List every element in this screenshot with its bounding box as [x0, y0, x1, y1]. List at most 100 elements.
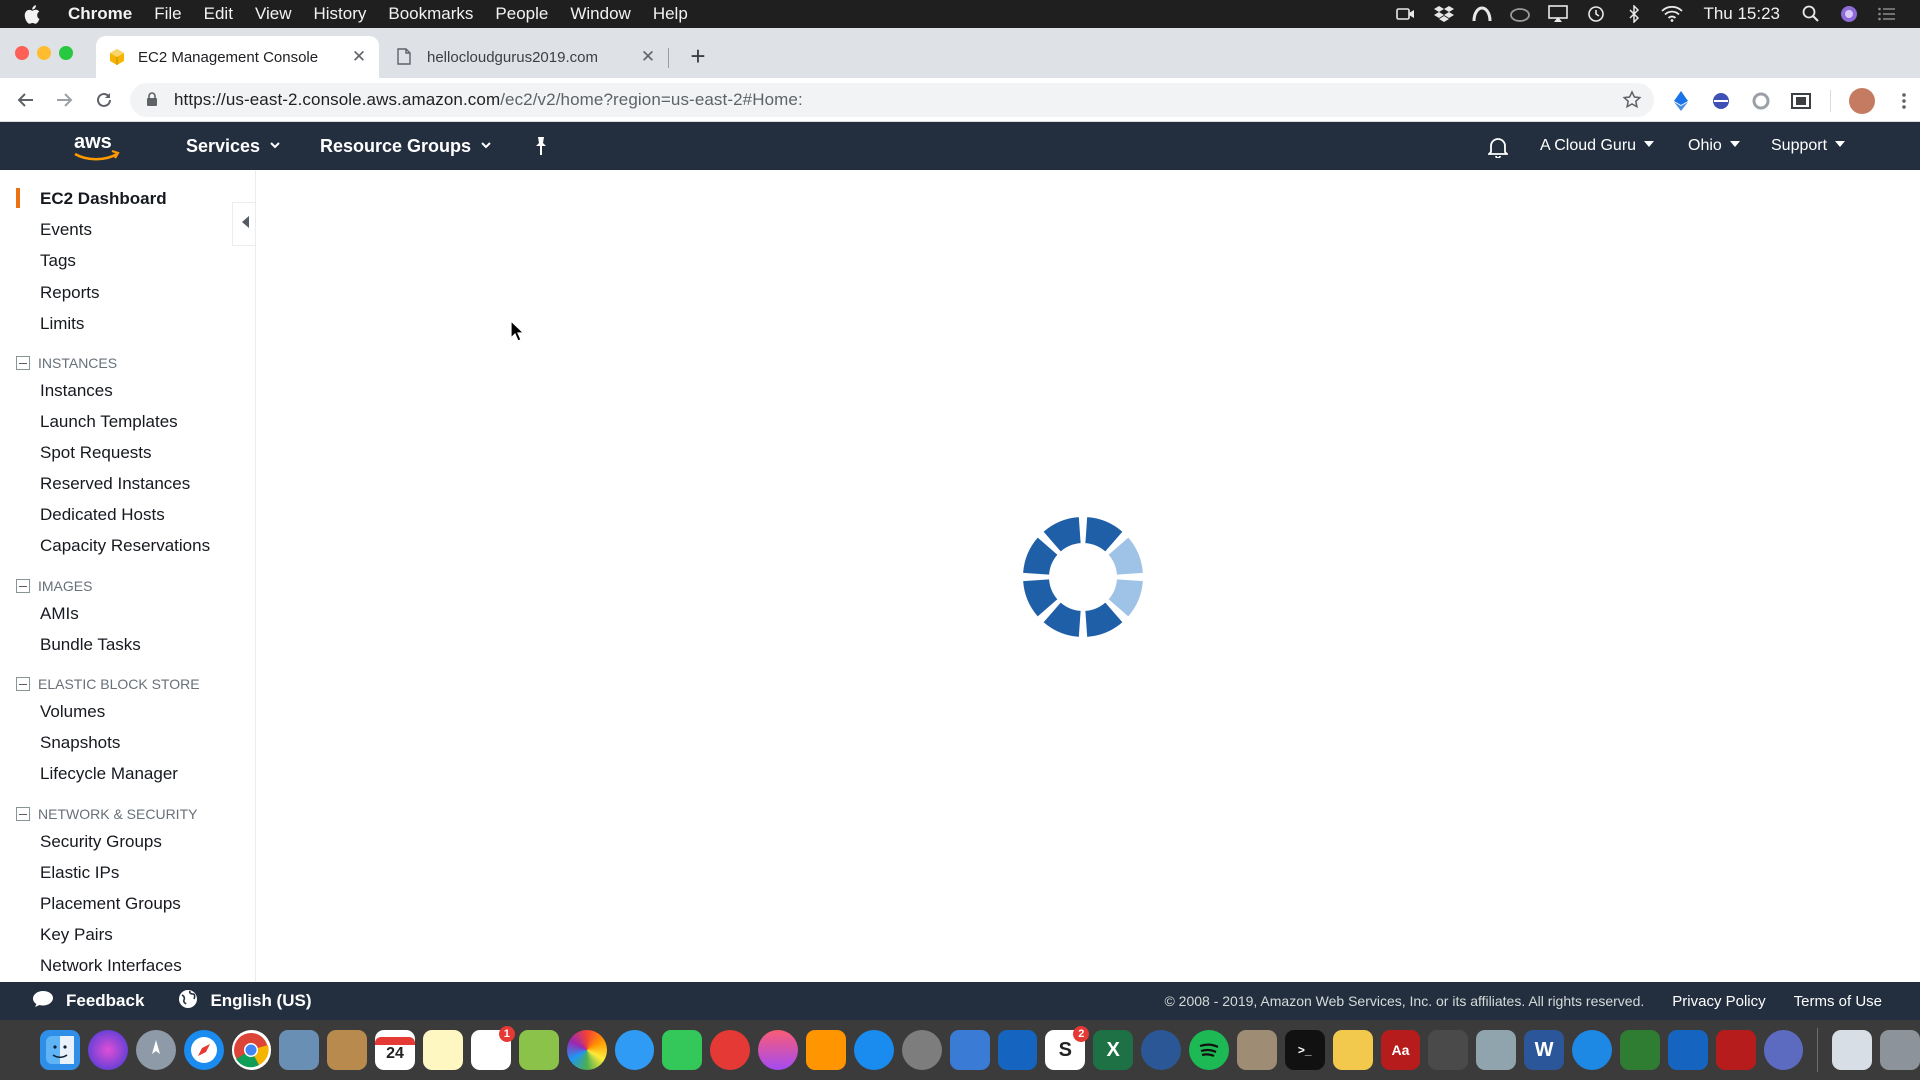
creative-cloud-icon[interactable] — [1509, 5, 1531, 23]
photos-icon[interactable] — [566, 1030, 607, 1070]
downloads-stack-icon[interactable] — [1832, 1030, 1873, 1070]
privacy-policy-link[interactable]: Privacy Policy — [1672, 993, 1765, 1010]
itunes-icon[interactable] — [758, 1030, 798, 1070]
close-tab-icon[interactable]: ✕ — [640, 47, 656, 66]
collapse-section-icon[interactable] — [16, 677, 30, 691]
forward-arrow-icon[interactable] — [52, 88, 76, 112]
remote-desktop-icon[interactable] — [997, 1030, 1038, 1070]
section-header-elastic-block-store[interactable]: ELASTIC BLOCK STORE — [16, 676, 200, 692]
spotlight-search-icon[interactable] — [1800, 5, 1822, 23]
sidebar-item-security-groups[interactable]: Security Groups — [40, 832, 162, 852]
bluetooth-icon[interactable] — [1623, 5, 1645, 23]
sidebar-item-key-pairs[interactable]: Key Pairs — [40, 925, 113, 945]
reload-icon[interactable] — [92, 88, 116, 112]
lock-icon[interactable] — [146, 92, 160, 108]
dropbox-icon[interactable] — [1433, 5, 1455, 23]
edge-icon[interactable] — [1141, 1030, 1181, 1070]
language-selector[interactable]: English (US) — [178, 989, 312, 1014]
minimize-window-button[interactable] — [37, 46, 51, 60]
close-window-button[interactable] — [15, 46, 29, 60]
menu-history[interactable]: History — [313, 4, 366, 24]
news-icon[interactable] — [710, 1030, 751, 1070]
sidebar-item-snapshots[interactable]: Snapshots — [40, 733, 120, 753]
tab-ec2-console[interactable]: EC2 Management Console ✕ — [96, 36, 379, 78]
section-header-instances[interactable]: INSTANCES — [16, 355, 117, 371]
sidebar-item-reports[interactable]: Reports — [40, 283, 100, 303]
motion-icon[interactable] — [1763, 1030, 1804, 1070]
time-machine-icon[interactable] — [1585, 5, 1607, 23]
sidebar-item-placement-groups[interactable]: Placement Groups — [40, 894, 181, 914]
explorer-icon[interactable] — [1572, 1030, 1612, 1070]
menu-app-chrome[interactable]: Chrome — [68, 4, 132, 24]
sidebar-item-volumes[interactable]: Volumes — [40, 702, 105, 722]
sidebar-item-lifecycle-manager[interactable]: Lifecycle Manager — [40, 764, 178, 784]
chrome-icon[interactable] — [231, 1030, 272, 1070]
back-arrow-icon[interactable] — [14, 88, 38, 112]
collapse-section-icon[interactable] — [16, 356, 30, 370]
menu-file[interactable]: File — [154, 4, 181, 24]
menubar-clock[interactable]: Thu 15:23 — [1703, 4, 1780, 24]
ethereum-extension-icon[interactable] — [1670, 90, 1692, 112]
dictionary-icon[interactable]: Aa — [1380, 1030, 1421, 1070]
archive-icon[interactable] — [1236, 1030, 1277, 1070]
sync-icon[interactable] — [1471, 5, 1493, 23]
facetime-icon[interactable] — [662, 1030, 703, 1070]
siri-icon[interactable] — [1838, 5, 1860, 23]
bookmark-star-icon[interactable] — [1622, 90, 1642, 115]
menu-help[interactable]: Help — [653, 4, 688, 24]
terms-of-use-link[interactable]: Terms of Use — [1794, 993, 1882, 1010]
notes-icon[interactable] — [423, 1030, 463, 1070]
sidebar-item-events[interactable]: Events — [40, 220, 92, 240]
url-text[interactable]: https://us-east-2.console.aws.amazon.com… — [174, 90, 803, 110]
acrobat-icon[interactable] — [1715, 1030, 1756, 1070]
menu-bookmarks[interactable]: Bookmarks — [388, 4, 473, 24]
address-bar[interactable]: https://us-east-2.console.aws.amazon.com… — [130, 83, 1654, 117]
word-icon[interactable]: W — [1524, 1030, 1564, 1070]
wifi-icon[interactable] — [1661, 5, 1684, 23]
circle-extension-icon[interactable] — [1750, 90, 1772, 112]
sidebar-item-amis[interactable]: AMIs — [40, 604, 79, 624]
disk-utility-icon[interactable] — [1428, 1030, 1469, 1070]
sidebar-item-ec2-dashboard[interactable]: EC2 Dashboard — [40, 189, 167, 209]
sidebar-item-tags[interactable]: Tags — [40, 251, 76, 271]
sidebar-item-spot-requests[interactable]: Spot Requests — [40, 443, 152, 463]
sidebar-item-limits[interactable]: Limits — [40, 314, 84, 334]
section-header-images[interactable]: IMAGES — [16, 578, 92, 594]
keynote-icon[interactable] — [1667, 1030, 1708, 1070]
aws-logo[interactable]: aws — [72, 130, 122, 164]
spotify-icon[interactable] — [1189, 1030, 1229, 1070]
books-icon[interactable] — [806, 1030, 846, 1070]
siri-app-icon[interactable] — [87, 1030, 128, 1070]
pin-icon[interactable] — [532, 136, 550, 156]
profile-avatar[interactable] — [1849, 88, 1875, 114]
excel-icon[interactable]: X — [1093, 1030, 1134, 1070]
account-menu[interactable]: A Cloud Guru — [1540, 137, 1655, 155]
maximize-window-button[interactable] — [59, 46, 73, 60]
feedback-button[interactable]: Feedback — [32, 990, 144, 1013]
collapse-section-icon[interactable] — [16, 807, 30, 821]
new-tab-button[interactable]: + — [686, 41, 710, 71]
safari-icon[interactable] — [183, 1030, 224, 1070]
launchpad-icon[interactable] — [135, 1030, 176, 1070]
menu-edit[interactable]: Edit — [204, 4, 233, 24]
menu-window[interactable]: Window — [570, 4, 630, 24]
sidebar-item-network-interfaces[interactable]: Network Interfaces — [40, 956, 182, 976]
messages-icon[interactable] — [614, 1030, 655, 1070]
notefile-icon[interactable] — [327, 1030, 368, 1070]
network-utility-icon[interactable] — [949, 1030, 990, 1070]
sidebar-item-elastic-ips[interactable]: Elastic IPs — [40, 863, 119, 883]
collapse-sidebar-button[interactable] — [232, 202, 255, 246]
reminders-icon[interactable]: 1 — [470, 1026, 515, 1070]
numbers-icon[interactable] — [1619, 1030, 1660, 1070]
services-menu[interactable]: Services — [186, 136, 280, 157]
resource-groups-menu[interactable]: Resource Groups — [320, 136, 491, 157]
app-store-icon[interactable] — [853, 1030, 894, 1070]
image-capture-icon[interactable] — [1476, 1030, 1517, 1070]
sidebar-item-capacity-reservations[interactable]: Capacity Reservations — [40, 536, 210, 556]
region-menu[interactable]: Ohio — [1688, 137, 1740, 155]
screen-capture-extension-icon[interactable] — [1790, 90, 1812, 112]
maps-icon[interactable] — [518, 1030, 559, 1070]
notifications-bell-icon[interactable] — [1486, 136, 1510, 159]
support-menu[interactable]: Support — [1771, 137, 1846, 155]
close-tab-icon[interactable]: ✕ — [351, 47, 367, 66]
